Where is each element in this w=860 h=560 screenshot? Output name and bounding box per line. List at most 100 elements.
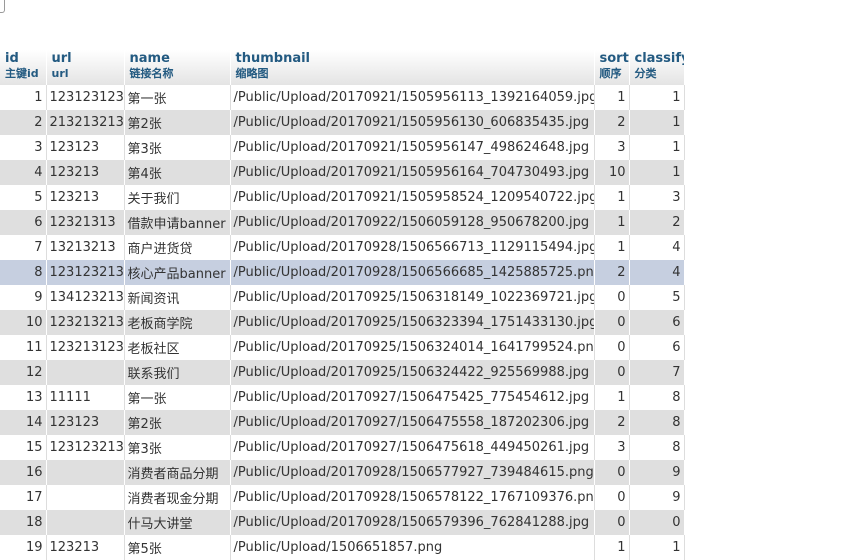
cell-id[interactable]: 5 bbox=[0, 185, 47, 210]
cell-name[interactable]: 老板商学院 bbox=[124, 310, 231, 335]
cell-sort[interactable]: 2 bbox=[594, 260, 630, 285]
table-row[interactable]: 2 213213213 第2张/Public/Upload/20170921/150… bbox=[0, 110, 685, 135]
cell-id[interactable]: 19 bbox=[0, 535, 47, 560]
cell-url[interactable] bbox=[46, 460, 125, 485]
cell-name[interactable]: 第一张 bbox=[124, 85, 231, 110]
cell-thumbnail[interactable]: /Public/Upload/20170928/1506566713_11291… bbox=[230, 235, 595, 260]
cell-url[interactable]: 11111 bbox=[46, 385, 125, 410]
table-row[interactable]: 8 123123213 核心产品banner/Public/Upload/20170… bbox=[0, 260, 685, 285]
cell-thumbnail[interactable]: /Public/Upload/20170927/1506475558_18720… bbox=[230, 410, 595, 435]
cell-thumbnail[interactable]: /Public/Upload/20170921/1505956164_70473… bbox=[230, 160, 595, 185]
cell-sort[interactable]: 0 bbox=[594, 310, 630, 335]
cell-url[interactable]: 123123 bbox=[46, 410, 125, 435]
cell-classify[interactable]: 1 bbox=[629, 135, 685, 160]
cell-url[interactable]: 13213213 bbox=[46, 235, 125, 260]
cell-classify[interactable]: 7 bbox=[629, 360, 685, 385]
table-row[interactable]: 3 123123 第3张/Public/Upload/20170921/150595… bbox=[0, 135, 685, 160]
table-row[interactable]: 9 134123213 新闻资讯/Public/Upload/20170925/15… bbox=[0, 285, 685, 310]
cell-classify[interactable]: 6 bbox=[629, 335, 685, 360]
cell-name[interactable]: 什马大讲堂 bbox=[124, 510, 231, 535]
cell-url[interactable]: 123213 bbox=[46, 535, 125, 560]
cell-name[interactable]: 第2张 bbox=[124, 110, 231, 135]
cell-thumbnail[interactable]: /Public/Upload/20170925/1506323394_17514… bbox=[230, 310, 595, 335]
cell-id[interactable]: 8 bbox=[0, 260, 47, 285]
cell-url[interactable] bbox=[46, 360, 125, 385]
column-name[interactable]: thumbnail bbox=[236, 51, 592, 67]
cell-classify[interactable]: 1 bbox=[629, 535, 685, 560]
table-row[interactable]: 19 123213 第5张/Public/Upload/1506651857.png… bbox=[0, 535, 685, 560]
cell-classify[interactable]: 6 bbox=[629, 310, 685, 335]
cell-sort[interactable]: 0 bbox=[594, 460, 630, 485]
cell-thumbnail[interactable]: /Public/Upload/20170921/1505956147_49862… bbox=[230, 135, 595, 160]
cell-classify[interactable]: 0 bbox=[629, 510, 685, 535]
cell-name[interactable]: 核心产品banner bbox=[124, 260, 231, 285]
cell-classify[interactable]: 8 bbox=[629, 385, 685, 410]
cell-sort[interactable]: 0 bbox=[594, 285, 630, 310]
cell-id[interactable]: 14 bbox=[0, 410, 47, 435]
cell-id[interactable]: 6 bbox=[0, 210, 47, 235]
column-header-thumbnail[interactable]: thumbnail 缩略图 bbox=[230, 50, 595, 85]
cell-thumbnail[interactable]: /Public/Upload/20170925/1506318149_10223… bbox=[230, 285, 595, 310]
table-row[interactable]: 13 11111 第一张/Public/Upload/20170927/150647… bbox=[0, 385, 685, 410]
column-name[interactable]: classify bbox=[635, 51, 684, 67]
table-row[interactable]: 17 消费者现金分期/Public/Upload/20170928/1506578… bbox=[0, 485, 685, 510]
column-header-classify[interactable]: classify 分类 bbox=[629, 50, 685, 85]
cell-thumbnail[interactable]: /Public/Upload/20170921/1505956113_13921… bbox=[230, 85, 595, 110]
cell-name[interactable]: 第3张 bbox=[124, 435, 231, 460]
cell-classify[interactable]: 9 bbox=[629, 485, 685, 510]
cell-sort[interactable]: 3 bbox=[594, 135, 630, 160]
table-row[interactable]: 1 123123123 第一张/Public/Upload/20170921/150… bbox=[0, 85, 685, 110]
cell-sort[interactable]: 1 bbox=[594, 210, 630, 235]
column-name[interactable]: sort bbox=[600, 51, 629, 67]
cell-url[interactable]: 123123 bbox=[46, 135, 125, 160]
cell-url[interactable]: 213213213 bbox=[46, 110, 125, 135]
cell-thumbnail[interactable]: /Public/Upload/20170928/1506577927_73948… bbox=[230, 460, 595, 485]
table-row[interactable]: 7 13213213 商户进货贷/Public/Upload/20170928/15… bbox=[0, 235, 685, 260]
cell-classify[interactable]: 8 bbox=[629, 435, 685, 460]
cell-url[interactable] bbox=[46, 510, 125, 535]
cell-thumbnail[interactable]: /Public/Upload/20170921/1505956130_60683… bbox=[230, 110, 595, 135]
cell-url[interactable]: 123123213 bbox=[46, 435, 125, 460]
cell-name[interactable]: 第一张 bbox=[124, 385, 231, 410]
cell-url[interactable]: 123213123 bbox=[46, 335, 125, 360]
cell-sort[interactable]: 1 bbox=[594, 385, 630, 410]
cell-id[interactable]: 12 bbox=[0, 360, 47, 385]
cell-classify[interactable]: 2 bbox=[629, 210, 685, 235]
cell-classify[interactable]: 4 bbox=[629, 260, 685, 285]
cell-id[interactable]: 2 bbox=[0, 110, 47, 135]
cell-thumbnail[interactable]: /Public/Upload/1506651857.png bbox=[230, 535, 595, 560]
cell-classify[interactable]: 9 bbox=[629, 460, 685, 485]
column-header-sort[interactable]: sort 顺序 bbox=[594, 50, 630, 85]
cell-name[interactable]: 商户进货贷 bbox=[124, 235, 231, 260]
cell-sort[interactable]: 10 bbox=[594, 160, 630, 185]
cell-sort[interactable]: 1 bbox=[594, 185, 630, 210]
cell-url[interactable]: 123213 bbox=[46, 185, 125, 210]
cell-thumbnail[interactable]: /Public/Upload/20170922/1506059128_95067… bbox=[230, 210, 595, 235]
table-row[interactable]: 4 123213 第4张/Public/Upload/20170921/150595… bbox=[0, 160, 685, 185]
cell-url[interactable]: 123123123 bbox=[46, 85, 125, 110]
cell-sort[interactable]: 0 bbox=[594, 360, 630, 385]
cell-id[interactable]: 13 bbox=[0, 385, 47, 410]
table-row[interactable]: 5 123213 关于我们/Public/Upload/20170921/15059… bbox=[0, 185, 685, 210]
cell-id[interactable]: 1 bbox=[0, 85, 47, 110]
cell-sort[interactable]: 0 bbox=[594, 335, 630, 360]
cell-url[interactable]: 123213 bbox=[46, 160, 125, 185]
cell-name[interactable]: 新闻资讯 bbox=[124, 285, 231, 310]
cell-classify[interactable]: 1 bbox=[629, 85, 685, 110]
cell-name[interactable]: 第3张 bbox=[124, 135, 231, 160]
column-header-url[interactable]: url url bbox=[46, 50, 125, 85]
cell-id[interactable]: 9 bbox=[0, 285, 47, 310]
column-header-name[interactable]: name 链接名称 bbox=[124, 50, 231, 85]
table-row[interactable]: 18 什马大讲堂/Public/Upload/20170928/150657939… bbox=[0, 510, 685, 535]
cell-name[interactable]: 消费者商品分期 bbox=[124, 460, 231, 485]
table-row[interactable]: 6 12321313 借款申请banner/Public/Upload/201709… bbox=[0, 210, 685, 235]
cell-url[interactable]: 12321313 bbox=[46, 210, 125, 235]
cell-id[interactable]: 4 bbox=[0, 160, 47, 185]
cell-name[interactable]: 第5张 bbox=[124, 535, 231, 560]
cell-classify[interactable]: 3 bbox=[629, 185, 685, 210]
cell-name[interactable]: 联系我们 bbox=[124, 360, 231, 385]
table-row[interactable]: 12 联系我们/Public/Upload/20170925/1506324422… bbox=[0, 360, 685, 385]
cell-id[interactable]: 15 bbox=[0, 435, 47, 460]
column-name[interactable]: url bbox=[52, 51, 122, 67]
cell-classify[interactable]: 1 bbox=[629, 160, 685, 185]
